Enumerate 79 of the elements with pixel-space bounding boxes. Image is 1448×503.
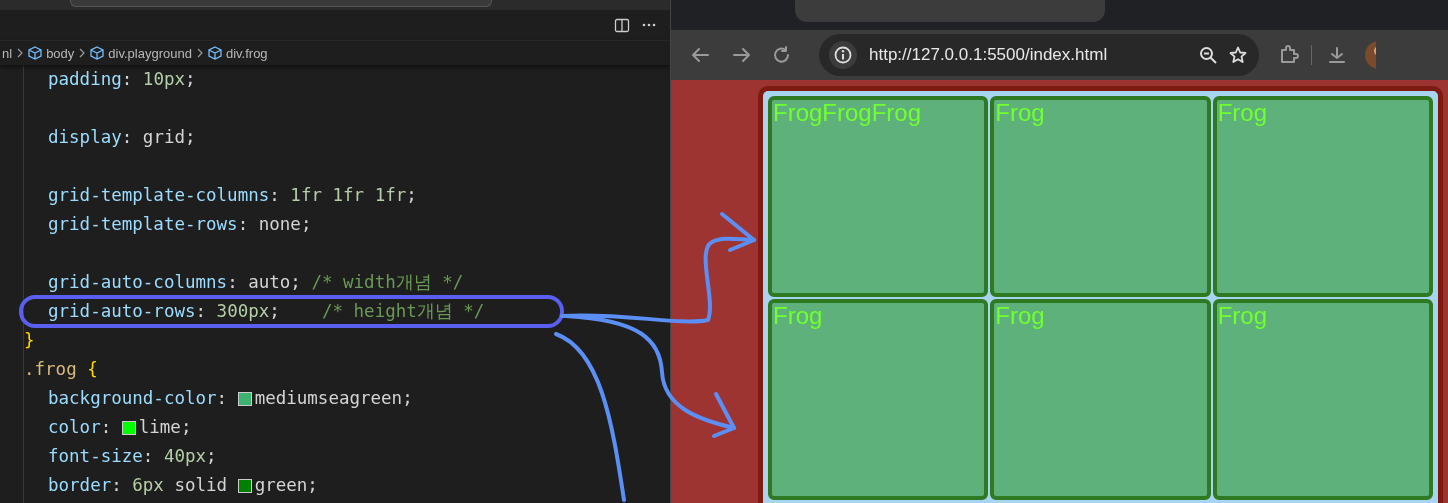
chevron-icon[interactable] — [195, 47, 204, 59]
star-icon[interactable] — [1229, 46, 1247, 64]
color-swatch[interactable] — [237, 478, 252, 493]
code-comment: /* width개념 */ — [311, 271, 464, 294]
code-token: : — [121, 68, 134, 91]
frog-text: Frog — [995, 302, 1045, 329]
chevron-icon[interactable] — [78, 47, 87, 59]
code-token: : — [216, 387, 229, 410]
code-token: auto — [248, 271, 291, 294]
code-comment: /* height개념 */ — [321, 300, 485, 323]
code-token: } — [24, 329, 35, 352]
breadcrumb-item[interactable]: div.frog — [225, 45, 268, 61]
color-swatch[interactable] — [121, 420, 136, 435]
code-token: background-color — [48, 387, 217, 410]
code-token: green — [254, 474, 308, 497]
code-token: grid-auto-columns — [48, 271, 228, 294]
code-token: grid-template-rows — [48, 213, 238, 236]
code-token: ; — [185, 68, 196, 91]
breadcrumb-item[interactable]: div.playground — [108, 45, 192, 61]
code-token: ; — [269, 300, 281, 323]
code-token: ; — [290, 271, 302, 294]
more-icon[interactable] — [642, 21, 656, 29]
code-token: : — [100, 416, 113, 439]
code-token: ; — [307, 474, 318, 497]
avatar-icon[interactable] — [1364, 40, 1376, 70]
zoom-out-icon[interactable] — [1199, 46, 1217, 64]
code-token: .frog — [24, 358, 78, 381]
code-token: : — [142, 445, 155, 468]
code-token: color — [48, 416, 101, 439]
code-token: ; — [406, 184, 417, 207]
reload-icon[interactable] — [773, 46, 791, 64]
cube-icon[interactable] — [207, 46, 222, 60]
code-token: 300px — [216, 300, 270, 323]
info-icon[interactable] — [834, 46, 852, 64]
frog-text: Frog — [995, 99, 1045, 126]
back-icon[interactable] — [691, 46, 710, 64]
frog-text: Frog — [1217, 302, 1267, 329]
code-token: ; — [402, 387, 413, 410]
code-token: grid — [142, 126, 185, 149]
code-token: solid — [173, 474, 229, 497]
code-token: font-size — [48, 445, 143, 468]
address-bar[interactable]: http://127.0.0.1:5500/index.html — [819, 34, 1259, 76]
extension-icon[interactable] — [1279, 45, 1299, 65]
url-text: http://127.0.0.1:5500/index.html — [869, 45, 1109, 65]
split-editor-icon[interactable] — [614, 17, 630, 33]
code-token: : — [121, 126, 134, 149]
code-token: 1fr 1fr 1fr — [290, 184, 407, 207]
breadcrumb-item[interactable]: nl — [2, 45, 13, 61]
code-token: ; — [180, 416, 192, 439]
code-token: : — [111, 474, 123, 497]
code-token: ; — [185, 126, 196, 149]
cube-icon[interactable] — [90, 46, 105, 60]
code-token: ; — [206, 445, 217, 468]
code-token: : — [195, 300, 208, 323]
code-token: border — [48, 474, 112, 497]
code-token: : — [237, 213, 250, 236]
forward-icon[interactable] — [732, 46, 751, 64]
code-token: ; — [300, 213, 312, 236]
code-token: : — [227, 271, 239, 294]
cube-icon[interactable] — [28, 46, 43, 60]
code-token: grid-template-columns — [48, 184, 270, 207]
color-swatch[interactable] — [237, 391, 252, 406]
code-token: mediumseagreen — [254, 387, 403, 410]
frog-text: Frog — [1217, 99, 1267, 126]
code-token: lime — [138, 416, 181, 439]
code-token: : — [269, 184, 281, 207]
code-token: none — [258, 213, 301, 236]
breadcrumb-item[interactable]: body — [46, 45, 75, 61]
code-token: 40px — [163, 445, 207, 468]
frog-text: Frog — [773, 302, 823, 329]
code-token: 6px — [132, 474, 164, 497]
code-token: 10px — [142, 68, 185, 91]
code-token: { — [87, 358, 98, 381]
frog-text: FrogFrogFrog — [773, 99, 922, 126]
download-icon[interactable] — [1328, 46, 1346, 64]
code-token: grid-auto-rows — [48, 300, 196, 323]
code-token: padding — [48, 68, 122, 91]
code-token: display — [48, 126, 122, 149]
chevron-icon[interactable] — [16, 47, 25, 59]
